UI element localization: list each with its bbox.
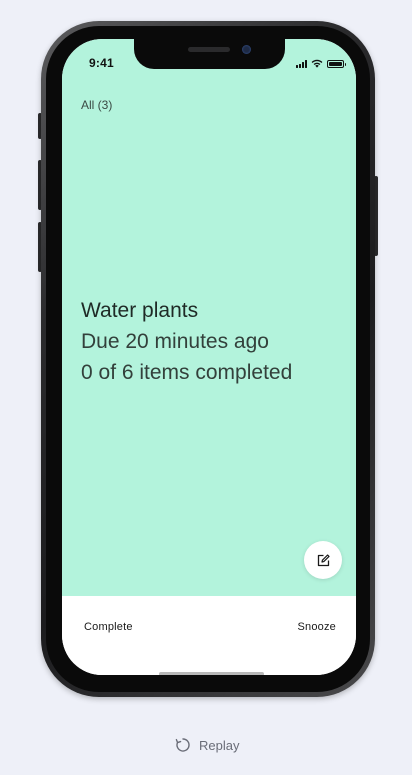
battery-icon — [327, 60, 346, 68]
speaker — [188, 47, 230, 52]
replay-label: Replay — [199, 737, 240, 753]
task-progress-text: 0 of 6 items completed — [81, 361, 293, 384]
signal-icon — [296, 60, 307, 68]
snooze-button[interactable]: Snooze — [297, 621, 336, 633]
filter-label[interactable]: All (3) — [81, 98, 112, 112]
status-time: 9:41 — [89, 56, 114, 70]
battery-fill — [329, 62, 342, 66]
notch — [134, 39, 285, 69]
phone-frame: 9:41 All (3) Water plants Due 20 minutes… — [41, 21, 375, 697]
action-bar: Complete Snooze — [62, 596, 356, 675]
phone-bezel: 9:41 All (3) Water plants Due 20 minutes… — [46, 26, 370, 692]
replay-button[interactable]: Replay — [174, 736, 239, 754]
home-indicator[interactable] — [159, 672, 264, 675]
complete-button[interactable]: Complete — [84, 621, 133, 633]
front-camera — [242, 45, 251, 54]
task-due-text: Due 20 minutes ago — [81, 330, 269, 353]
wifi-icon — [311, 59, 323, 68]
edit-icon — [317, 553, 330, 566]
phone-screen: 9:41 All (3) Water plants Due 20 minutes… — [62, 39, 356, 675]
replay-icon — [175, 738, 190, 752]
task-card[interactable]: 9:41 All (3) Water plants Due 20 minutes… — [62, 39, 356, 596]
edit-button[interactable] — [304, 541, 342, 579]
stage: 9:41 All (3) Water plants Due 20 minutes… — [0, 0, 412, 775]
status-icons — [296, 58, 346, 68]
task-title: Water plants — [81, 299, 199, 322]
